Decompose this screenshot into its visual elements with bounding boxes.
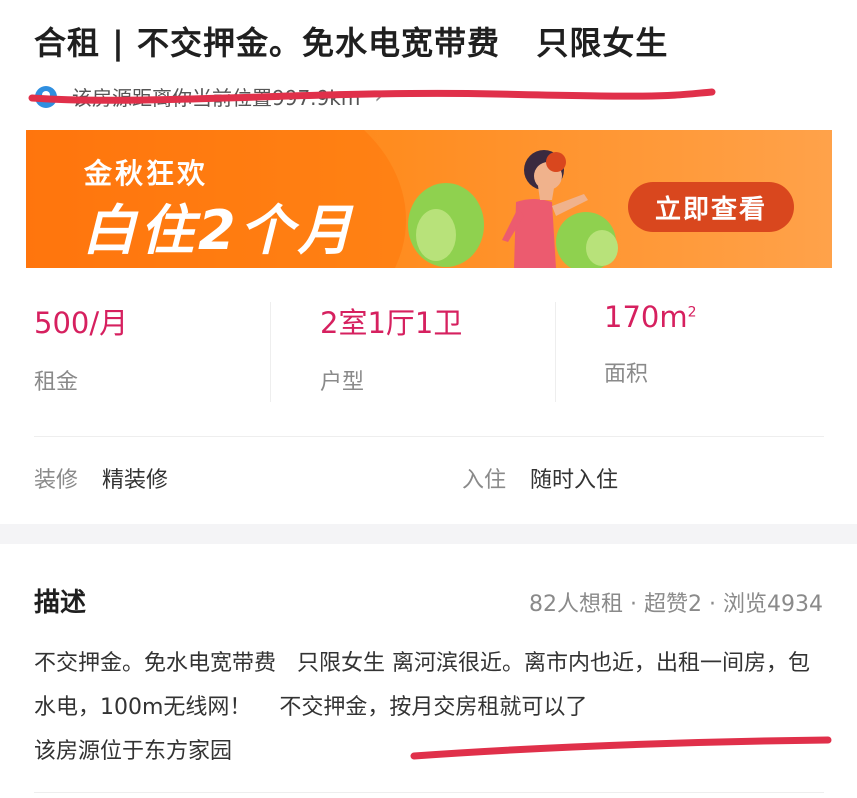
banner-offer: 白住2个月 bbox=[82, 199, 356, 262]
location-distance-link[interactable]: 该房源距离你当前位置997.9km › bbox=[34, 82, 383, 111]
stat-area-number: 170m bbox=[604, 300, 688, 334]
section-divider bbox=[34, 792, 824, 793]
promo-banner[interactable]: 金秋狂欢 白住2个月 立即查看 bbox=[26, 130, 832, 268]
decoration-value: 精装修 bbox=[102, 468, 169, 493]
move-in-key: 入住 bbox=[462, 468, 507, 493]
move-in-row: 入住 随时入住 bbox=[462, 462, 618, 494]
description-heading: 描述 bbox=[34, 588, 87, 618]
stat-layout: 2室1厅1卫 户型 bbox=[320, 300, 556, 396]
stat-layout-label: 户型 bbox=[320, 370, 365, 395]
stat-divider bbox=[270, 302, 271, 402]
stat-area-value: 170m2 bbox=[604, 300, 840, 334]
stat-rent: 500/月 租金 bbox=[34, 300, 270, 396]
decoration-key: 装修 bbox=[34, 468, 79, 493]
stat-area-label: 面积 bbox=[604, 362, 649, 387]
stat-divider bbox=[555, 302, 556, 402]
decoration-row: 装修 精装修 bbox=[34, 462, 168, 494]
woman-with-plants-illustration bbox=[408, 150, 618, 268]
stat-area: 170m2 面积 bbox=[604, 300, 840, 388]
section-separator-band bbox=[0, 524, 857, 544]
stat-layout-value: 2室1厅1卫 bbox=[320, 306, 463, 340]
stat-area-unit-superscript: 2 bbox=[687, 304, 697, 321]
move-in-value: 随时入住 bbox=[530, 468, 619, 493]
stat-rent-value: 500/月 bbox=[34, 306, 129, 340]
chevron-right-icon: › bbox=[374, 84, 384, 109]
key-stats: 500/月 租金 2室1厅1卫 户型 170m2 面积 bbox=[0, 300, 857, 410]
section-divider bbox=[34, 436, 824, 437]
description-stats: 82人想租 · 超赞2 · 浏览4934 bbox=[529, 592, 823, 617]
view-now-button[interactable]: 立即查看 bbox=[628, 182, 794, 232]
listing-title: 合租 | 不交押金。免水电宽带费 只限女生 bbox=[34, 24, 669, 62]
stat-rent-label: 租金 bbox=[34, 370, 79, 395]
location-distance-text: 该房源距离你当前位置997.9km bbox=[72, 86, 361, 110]
description-body: 不交押金。免水电宽带费 只限女生 离河滨很近。离市内也近，出租一间房，包水电，1… bbox=[34, 651, 810, 764]
location-pin-icon bbox=[34, 85, 58, 109]
